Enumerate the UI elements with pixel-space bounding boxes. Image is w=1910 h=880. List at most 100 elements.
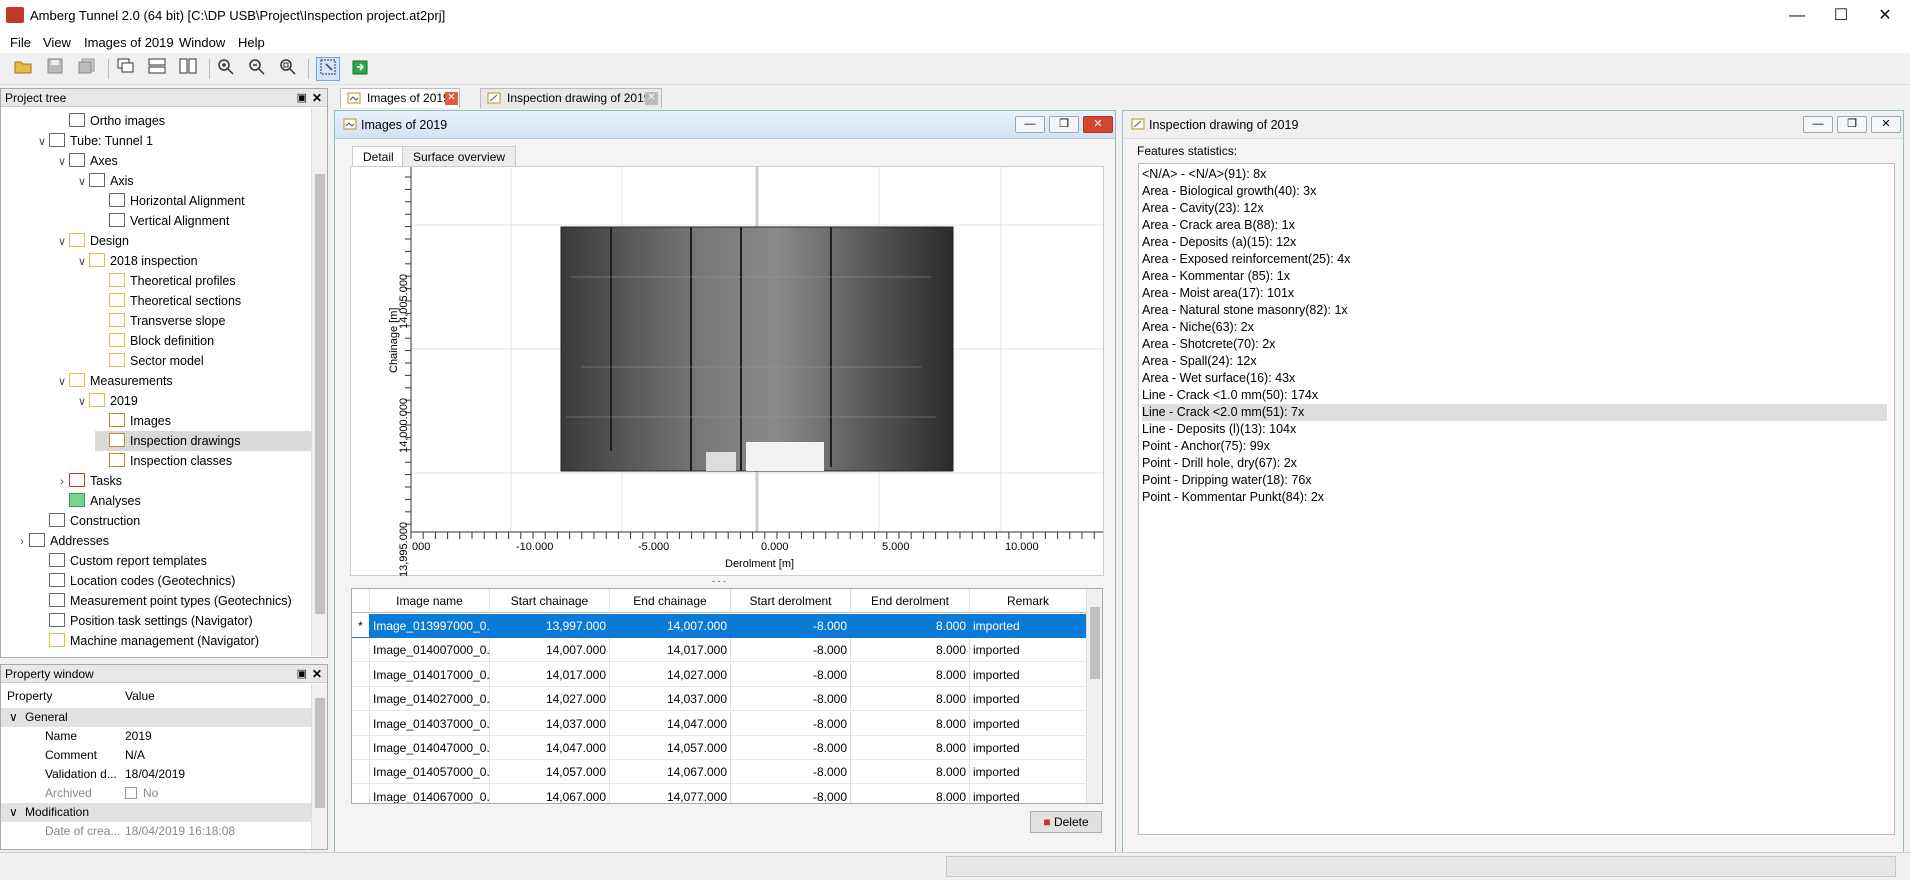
table-cell[interactable]: imported [970,614,1087,638]
table-scrollbar-thumb[interactable] [1090,607,1100,679]
expand-chevron-icon[interactable]: › [55,472,69,492]
table-cell[interactable]: imported [970,687,1087,712]
tree-item[interactable]: Theoretical profiles [95,271,236,291]
pin-icon[interactable]: ▣ [297,89,307,107]
table-cell[interactable]: 14,027.000 [490,687,610,712]
table-cell[interactable]: 13,997.000 [490,614,610,638]
table-cell[interactable]: 8.000 [851,760,970,785]
collapse-icon[interactable]: ∨ [9,708,18,727]
open-folder-icon[interactable] [11,57,35,81]
export-icon[interactable] [348,57,372,81]
stat-item[interactable]: Area - Wet surface(16): 43x [1142,370,1295,387]
minimize-button[interactable]: — [1774,0,1820,31]
tree-item[interactable]: ∨ Axis [75,171,134,191]
table-cell[interactable]: -8.000 [731,662,851,687]
stat-item[interactable]: Area - Niche(63): 2x [1142,319,1254,336]
stat-item[interactable]: Area - Crack area B(88): 1x [1142,217,1295,234]
col-end-chainage[interactable]: End chainage [610,589,731,613]
tree-item[interactable]: ∨ Measurements [55,371,173,391]
table-scrollbar[interactable] [1086,589,1102,803]
mdi-minimize-button[interactable]: — [1015,116,1045,133]
prop-row[interactable]: Date of crea... 18/04/2019 16:18:08 [1,822,313,841]
save-icon[interactable] [43,57,67,81]
tree-item[interactable]: Analyses [55,491,141,511]
tree-item[interactable]: Machine management (Navigator) [35,631,259,651]
mdi-restore-button[interactable]: ❐ [1049,116,1079,133]
stat-item[interactable]: <N/A> - <N/A>(91): 8x [1142,166,1266,183]
tree-item[interactable]: ∨ Design [55,231,129,251]
stat-item[interactable]: Line - Crack <2.0 mm(51): 7x [1142,404,1887,421]
property-scrollbar-thumb[interactable] [315,698,325,808]
table-cell[interactable]: imported [970,736,1087,760]
stat-item[interactable]: Area - Cavity(23): 12x [1142,200,1264,217]
tree-item[interactable]: Inspection drawings [95,431,327,451]
stat-item[interactable]: Line - Deposits (l)(13): 104x [1142,421,1296,438]
splitter-handle[interactable]: - - - [712,576,726,586]
table-cell[interactable]: 8.000 [851,614,970,638]
table-cell[interactable]: 14,067.000 [610,760,731,785]
stat-item[interactable]: Area - Deposits (a)(15): 12x [1142,234,1296,251]
tree-item[interactable]: Transverse slope [95,311,225,331]
table-cell[interactable]: Image_014007000_0... [370,638,490,663]
table-cell[interactable]: 8.000 [851,687,970,712]
menu-view[interactable]: View [43,35,71,50]
maximize-button[interactable]: ☐ [1818,0,1864,31]
table-cell[interactable]: 14,007.000 [610,614,731,638]
table-cell[interactable]: 8.000 [851,638,970,663]
table-cell[interactable]: 14,077.000 [610,784,731,803]
tree-item[interactable]: › Tasks [55,471,122,491]
table-cell[interactable]: -8.000 [731,614,851,638]
expand-chevron-icon[interactable]: ∨ [75,252,89,272]
stat-item[interactable]: Area - Spall(24): 12x [1142,353,1257,370]
table-cell[interactable]: Image_014027000_0... [370,687,490,712]
archived-checkbox[interactable]: No [125,784,158,803]
section-general[interactable]: ∨ General [1,708,313,727]
save-all-icon[interactable] [75,57,99,81]
table-cell[interactable]: 14,017.000 [610,638,731,663]
section-modification[interactable]: ∨ Modification [1,803,313,822]
table-cell[interactable]: 14,057.000 [610,736,731,760]
table-cell[interactable]: 14,067.000 [490,784,610,803]
table-cell[interactable]: Image_014047000_0... [370,736,490,760]
table-cell[interactable]: imported [970,638,1087,663]
tree-item[interactable]: Position task settings (Navigator) [35,611,253,631]
stat-item[interactable]: Area - Exposed reinforcement(25): 4x [1142,251,1350,268]
table-cell[interactable]: imported [970,760,1087,785]
table-cell[interactable]: 8.000 [851,662,970,687]
table-cell[interactable]: 8.000 [851,736,970,760]
expand-chevron-icon[interactable]: ∨ [55,372,69,392]
expand-chevron-icon[interactable]: ∨ [55,152,69,172]
table-cell[interactable]: -8.000 [731,711,851,736]
stat-item[interactable]: Line - Crack <1.0 mm(50): 174x [1142,387,1318,404]
table-cell[interactable]: 8.000 [851,711,970,736]
stat-item[interactable]: Point - Anchor(75): 99x [1142,438,1270,455]
table-cell[interactable]: 14,017.000 [490,662,610,687]
tree-scrollbar-thumb[interactable] [315,174,325,614]
tree-item[interactable]: Images [95,411,171,431]
pan-select-icon[interactable] [316,57,340,81]
tab-images[interactable]: Images of 2019 ✕ [340,88,460,108]
table-cell[interactable]: Image_014037000_0... [370,711,490,736]
tree-scrollbar[interactable] [311,108,327,656]
menu-images[interactable]: Images of 2019 [84,35,174,50]
collapse-icon[interactable]: ∨ [9,803,18,822]
tree-item[interactable]: Horizontal Alignment [95,191,245,211]
zoom-in-icon[interactable] [214,57,238,81]
tab-close-icon[interactable]: ✕ [645,92,658,105]
stat-item[interactable]: Area - Kommentar (85): 1x [1142,268,1290,285]
prop-row[interactable]: Name 2019 [1,727,313,746]
mdi-restore-button[interactable]: ❐ [1837,116,1867,133]
expand-chevron-icon[interactable]: › [15,532,29,552]
tile-horizontal-icon[interactable] [145,57,169,81]
close-button[interactable]: ✕ [1862,0,1908,31]
menu-window[interactable]: Window [179,35,225,50]
stat-item[interactable]: Area - Natural stone masonry(82): 1x [1142,302,1348,319]
tree-item[interactable]: › Addresses [15,531,109,551]
table-cell[interactable]: -8.000 [731,638,851,663]
delete-button[interactable]: ■ Delete [1030,811,1102,833]
stat-item[interactable]: Area - Shotcrete(70): 2x [1142,336,1275,353]
table-cell[interactable]: 14,057.000 [490,760,610,785]
tree-item[interactable]: Location codes (Geotechnics) [35,571,235,591]
tree-item[interactable]: Vertical Alignment [95,211,229,231]
table-cell[interactable]: 14,047.000 [490,736,610,760]
